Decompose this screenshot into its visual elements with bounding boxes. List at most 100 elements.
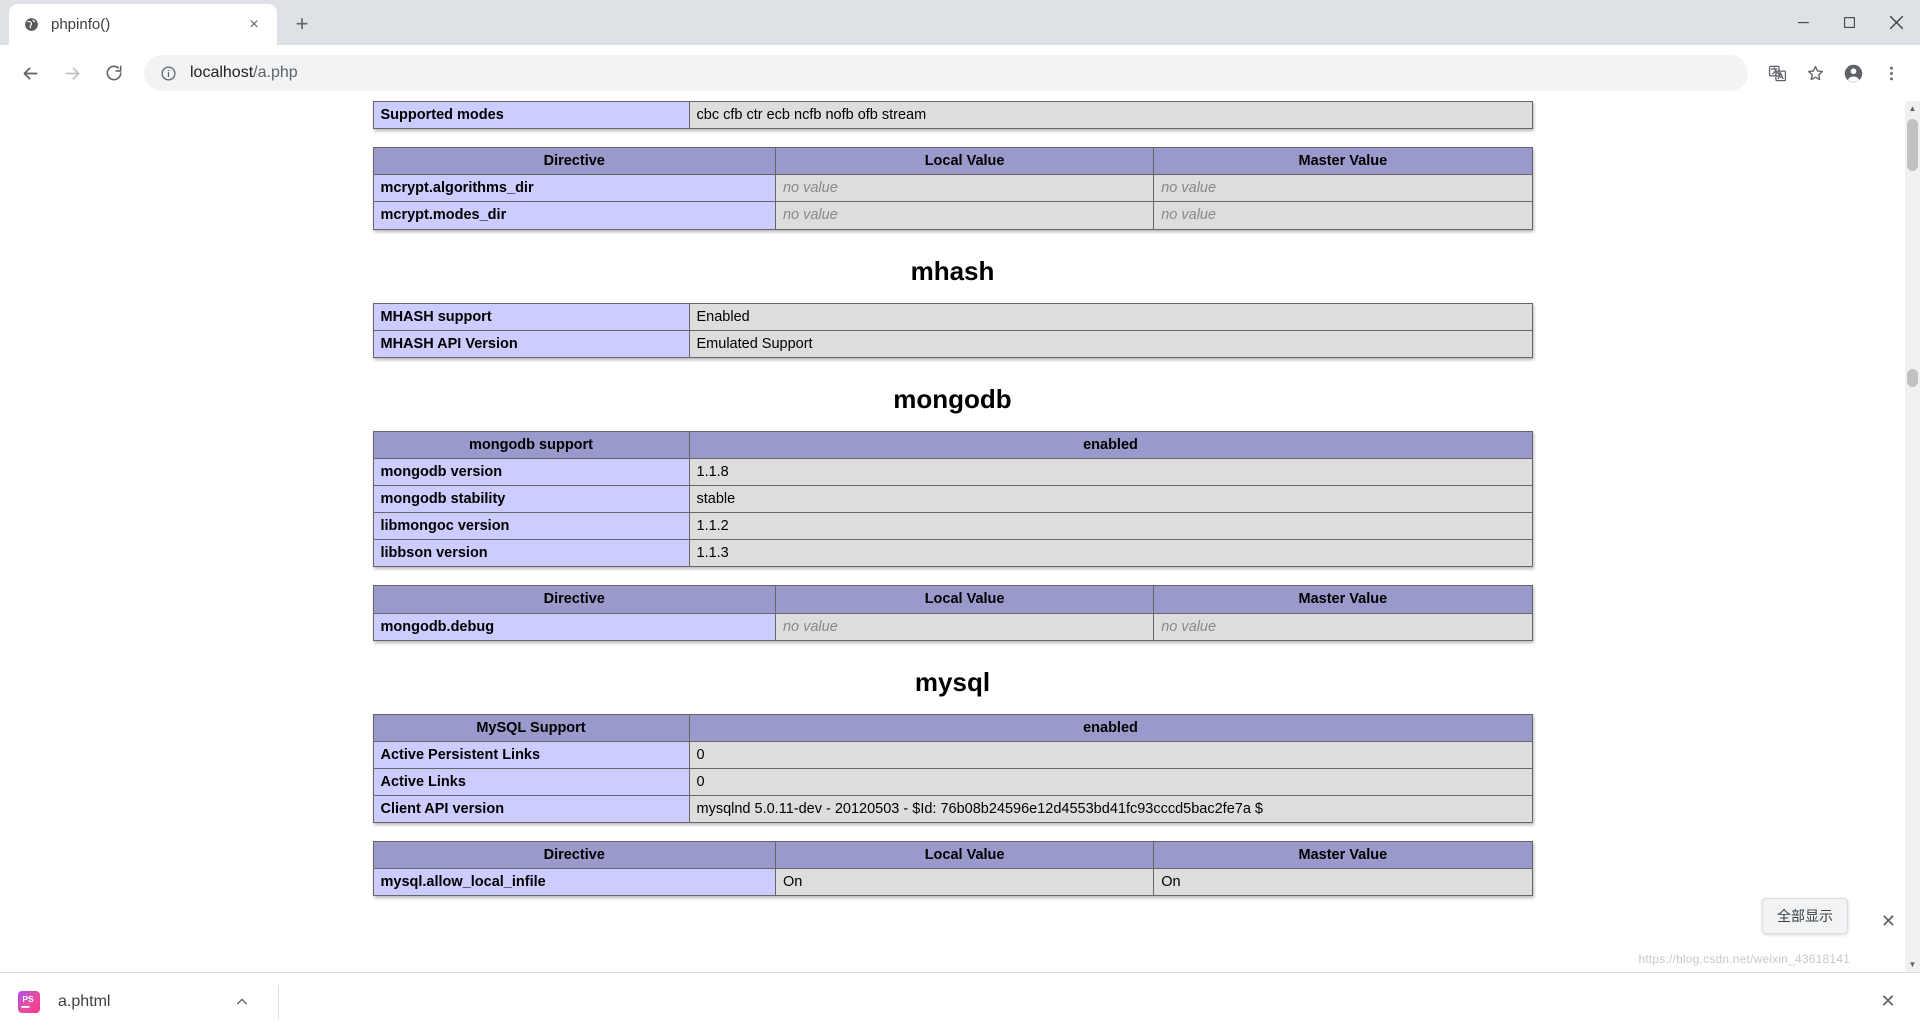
row-value: 0	[688, 740, 1533, 769]
row-name: mcrypt.modes_dir	[372, 201, 776, 230]
new-tab-button[interactable]: +	[285, 7, 319, 41]
table-row: libbson version 1.1.3	[372, 539, 1533, 568]
no-value-text: no value	[1161, 207, 1217, 224]
row-name: libbson version	[372, 539, 690, 568]
table-spacer	[373, 571, 1533, 585]
maximize-button[interactable]	[1826, 0, 1872, 45]
row-name: mongodb version	[372, 457, 690, 487]
table-row: mongodb stability stable	[372, 484, 1533, 514]
scrollbar-thumb[interactable]	[1907, 119, 1918, 171]
chevron-up-icon[interactable]	[228, 988, 256, 1016]
vertical-scrollbar[interactable]: ▲ ▼	[1905, 101, 1920, 972]
table-spacer	[373, 133, 1533, 147]
download-item[interactable]: PS a.phtml	[16, 982, 256, 1022]
column-header-master-value: Master Value	[1153, 585, 1533, 614]
row-name: libmongoc version	[372, 512, 690, 541]
column-header-mysql-support: MySQL Support	[372, 713, 690, 742]
column-header-directive: Directive	[372, 841, 776, 870]
svg-text:PS: PS	[22, 994, 34, 1004]
row-name: mcrypt.algorithms_dir	[372, 174, 776, 203]
info-circle-icon[interactable]	[158, 63, 178, 83]
shelf-close-icon[interactable]: ✕	[1874, 988, 1902, 1016]
row-name: MHASH support	[372, 302, 690, 331]
forward-button[interactable]	[54, 55, 90, 91]
url-host: localhost	[190, 64, 254, 81]
column-header-directive: Directive	[372, 585, 776, 614]
row-value: mysqlnd 5.0.11-dev - 20120503 - $Id: 76b…	[688, 794, 1533, 824]
column-header-local-value: Local Value	[774, 585, 1155, 614]
table-row: mysql.allow_local_infile On On	[372, 868, 1533, 897]
overlay-close-icon[interactable]: ✕	[1881, 911, 1896, 932]
star-icon[interactable]	[1798, 56, 1832, 90]
table-row: mcrypt.algorithms_dir no value no value	[372, 174, 1533, 203]
row-value: stable	[688, 484, 1533, 514]
tab-title: phpinfo()	[51, 16, 111, 33]
table-header-row: Directive Local Value Master Value	[372, 585, 1533, 614]
table-row: mongodb.debug no value no value	[372, 612, 1533, 641]
table-row: Supported modes cbc cfb ctr ecb ncfb nof…	[372, 101, 1533, 130]
row-name: Active Links	[372, 767, 690, 797]
three-dot-menu-icon[interactable]	[1874, 56, 1908, 90]
table-row: MHASH API Version Emulated Support	[372, 329, 1533, 358]
mongodb-directive-table: Directive Local Value Master Value mongo…	[372, 585, 1533, 641]
row-local-value: no value	[774, 612, 1155, 641]
row-value: 1.1.8	[688, 457, 1533, 487]
row-value: Emulated Support	[688, 329, 1533, 358]
tab-phpinfo[interactable]: phpinfo() ×	[9, 4, 277, 45]
table-header-row: Directive Local Value Master Value	[372, 841, 1533, 870]
translate-icon[interactable]	[1760, 56, 1794, 90]
row-name: mongodb stability	[372, 484, 690, 514]
row-local-value: no value	[774, 174, 1155, 203]
no-value-text: no value	[1161, 180, 1217, 197]
table-header-row: mongodb support enabled	[372, 430, 1533, 459]
address-bar[interactable]: localhost/a.php	[144, 55, 1748, 91]
mcrypt-directive-table: Directive Local Value Master Value mcryp…	[372, 147, 1533, 230]
row-local-value: no value	[774, 201, 1155, 230]
mysql-support-table: MySQL Support enabled Active Persistent …	[372, 713, 1533, 824]
table-row: Client API version mysqlnd 5.0.11-dev - …	[372, 794, 1533, 824]
reload-button[interactable]	[96, 55, 132, 91]
row-value: 1.1.3	[688, 539, 1533, 568]
url-text: localhost/a.php	[190, 64, 298, 82]
table-header-row: MySQL Support enabled	[372, 713, 1533, 742]
column-header-directive: Directive	[372, 147, 776, 176]
row-name: Active Persistent Links	[372, 740, 690, 769]
row-value: 0	[688, 767, 1533, 797]
back-button[interactable]	[12, 55, 48, 91]
url-path: /a.php	[253, 64, 298, 81]
window-controls	[1780, 0, 1920, 45]
mongodb-support-table: mongodb support enabled mongodb version …	[372, 430, 1533, 568]
column-header-enabled: enabled	[688, 713, 1533, 742]
page-viewport: Supported modes cbc cfb ctr ecb ncfb nof…	[0, 101, 1920, 972]
row-local-value: On	[774, 868, 1155, 897]
scroll-up-arrow[interactable]: ▲	[1905, 101, 1920, 116]
row-name: mongodb.debug	[372, 612, 776, 641]
show-all-button[interactable]: 全部显示	[1762, 898, 1848, 934]
row-name: MHASH API Version	[372, 329, 690, 358]
table-row: Active Links 0	[372, 767, 1533, 797]
account-icon[interactable]	[1836, 56, 1870, 90]
no-value-text: no value	[782, 180, 838, 197]
globe-icon	[21, 15, 41, 35]
mhash-table: MHASH support Enabled MHASH API Version …	[372, 302, 1533, 358]
no-value-text: no value	[782, 618, 838, 635]
minimize-button[interactable]	[1780, 0, 1826, 45]
scrollbar-secondary-mark[interactable]	[1907, 369, 1918, 387]
row-master-value: On	[1153, 868, 1533, 897]
section-heading-mongodb: mongodb	[893, 383, 1012, 414]
row-value: Enabled	[688, 302, 1533, 331]
table-row: libmongoc version 1.1.2	[372, 512, 1533, 541]
table-row: MHASH support Enabled	[372, 302, 1533, 331]
tab-close-icon[interactable]: ×	[243, 14, 265, 36]
mcrypt-modes-table: Supported modes cbc cfb ctr ecb ncfb nof…	[372, 101, 1533, 130]
close-window-button[interactable]	[1872, 0, 1920, 45]
no-value-text: no value	[782, 207, 838, 224]
table-row: mcrypt.modes_dir no value no value	[372, 201, 1533, 230]
download-shelf: PS a.phtml ✕	[0, 972, 1920, 1030]
table-header-row: Directive Local Value Master Value	[372, 147, 1533, 176]
download-file-name: a.phtml	[58, 992, 111, 1010]
column-header-master-value: Master Value	[1153, 147, 1533, 176]
section-heading-mysql: mysql	[914, 666, 991, 697]
scroll-down-arrow[interactable]: ▼	[1905, 957, 1920, 972]
watermark-text: https://blog.csdn.net/weixin_43618141	[1638, 952, 1850, 966]
